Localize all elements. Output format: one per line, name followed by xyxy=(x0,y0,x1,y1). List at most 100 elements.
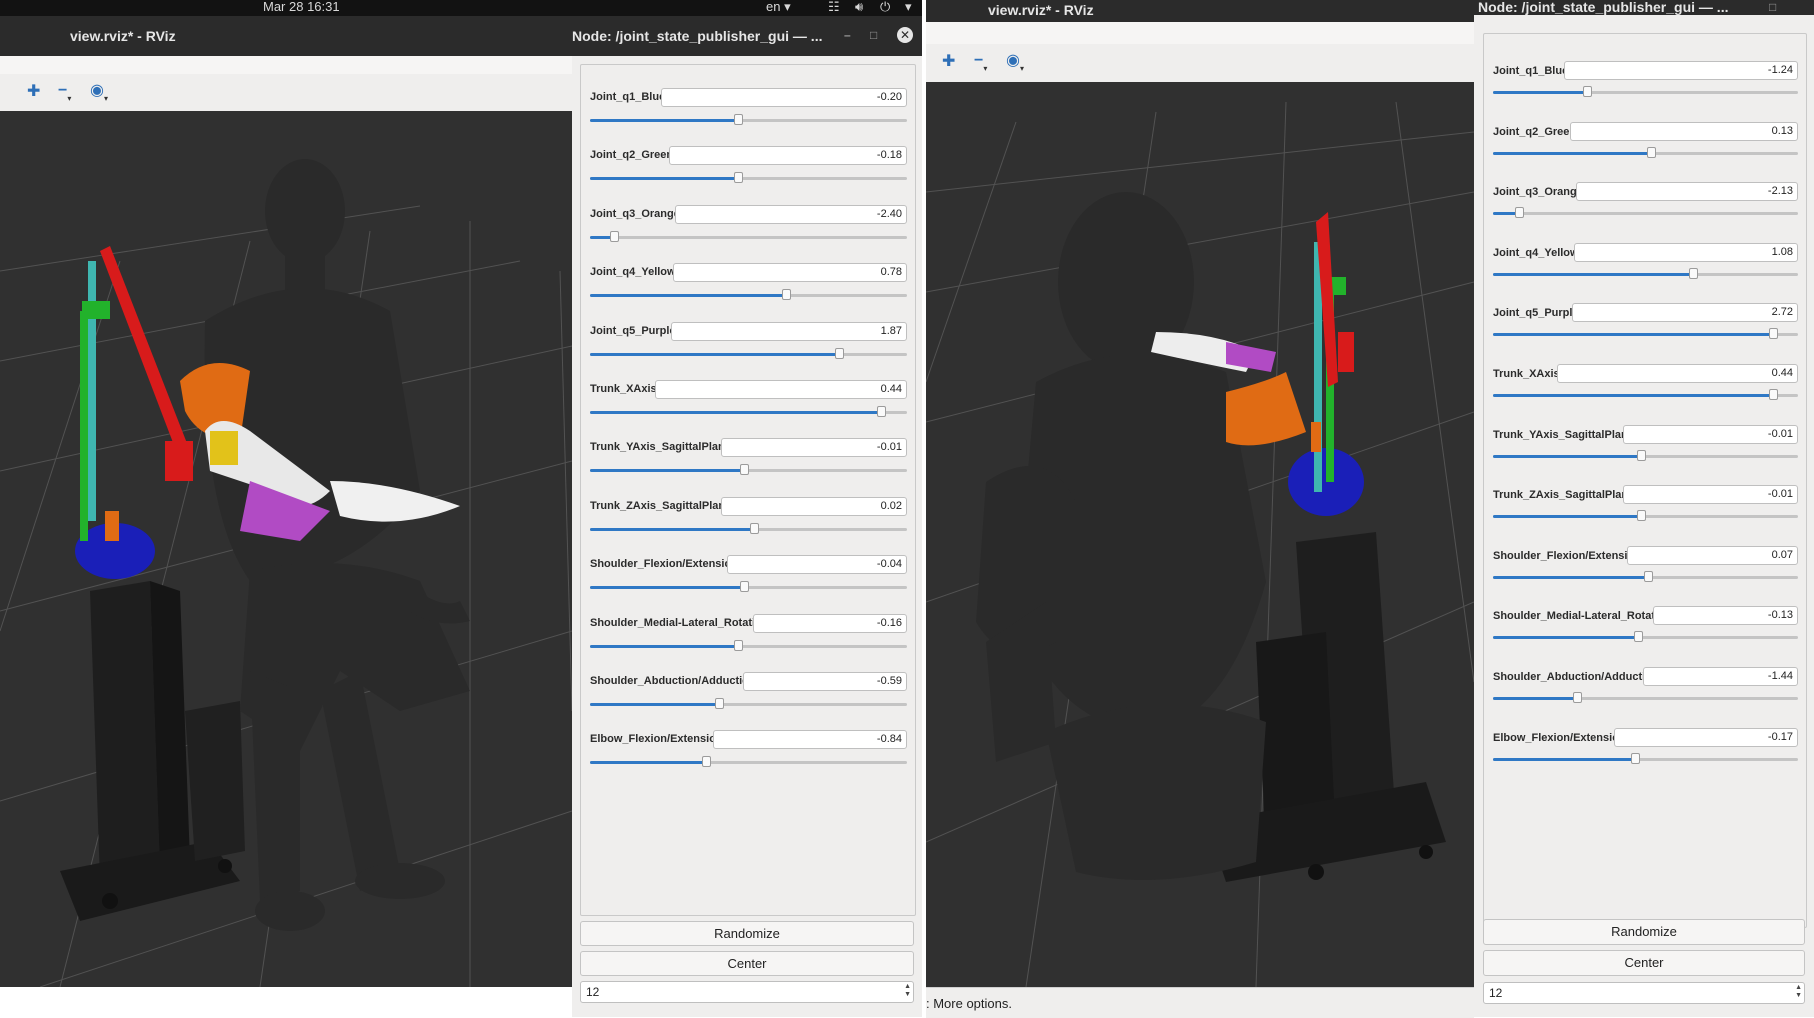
joint-value-field[interactable]: 1.08 xyxy=(1574,242,1798,262)
joint-value-field[interactable]: 2.72 xyxy=(1572,303,1798,323)
joint-slider[interactable] xyxy=(1493,267,1798,279)
slider-handle[interactable] xyxy=(733,172,743,184)
rows-spinbox[interactable]: 12 ▲ ▼ xyxy=(1483,982,1805,1004)
joint-slider[interactable] xyxy=(590,289,907,301)
slider-handle[interactable] xyxy=(1637,510,1647,522)
joint-value-field[interactable]: -0.18 xyxy=(669,146,907,166)
joint-slider[interactable] xyxy=(590,114,907,125)
slider-handle[interactable] xyxy=(1643,570,1653,582)
slider-handle[interactable] xyxy=(1515,207,1525,219)
slider-handle[interactable] xyxy=(749,522,759,534)
close-icon[interactable]: ✕ xyxy=(897,27,913,43)
language-indicator[interactable]: en ▾ xyxy=(766,0,791,14)
joint-value-field[interactable]: -0.01 xyxy=(1623,485,1798,505)
slider-handle[interactable] xyxy=(1646,146,1656,158)
volume-icon[interactable]: 🔊︎ xyxy=(855,0,863,14)
joint-slider[interactable] xyxy=(1493,631,1798,643)
joint-value-field[interactable]: -2.40 xyxy=(675,204,907,224)
joint-slider[interactable] xyxy=(590,172,907,184)
slider-handle[interactable] xyxy=(781,289,791,301)
joint-value-field[interactable]: 0.02 xyxy=(721,496,907,516)
maximize-icon[interactable]: □ xyxy=(1769,1,1776,13)
joint-slider[interactable] xyxy=(1493,570,1798,582)
slider-handle[interactable] xyxy=(1634,631,1644,643)
joint-value-field[interactable]: -0.04 xyxy=(727,555,907,575)
joint-value-field[interactable]: 0.13 xyxy=(1570,121,1798,141)
rows-spinbox[interactable]: 12 ▲ ▼ xyxy=(580,981,914,1003)
move-tool-icon[interactable]: ✚ xyxy=(27,84,40,100)
slider-handle[interactable] xyxy=(876,406,886,417)
joint-slider[interactable] xyxy=(1493,389,1798,400)
minus-tool-icon[interactable]: −▾ xyxy=(58,83,71,103)
right-jsp-titlebar[interactable]: Node: /joint_state_publisher_gui — ... □ xyxy=(1474,0,1814,15)
center-button[interactable]: Center xyxy=(580,951,914,976)
center-button[interactable]: Center xyxy=(1483,950,1805,976)
slider-handle[interactable] xyxy=(1582,86,1592,97)
randomize-button[interactable]: Randomize xyxy=(1483,919,1805,945)
joint-slider[interactable] xyxy=(590,581,907,593)
slider-handle[interactable] xyxy=(1637,449,1647,461)
joint-slider[interactable] xyxy=(590,347,907,359)
move-tool-icon[interactable]: ✚ xyxy=(942,54,955,70)
slider-handle[interactable] xyxy=(733,114,743,125)
spin-arrows-icon[interactable]: ▲ ▼ xyxy=(904,983,911,999)
joint-value-field[interactable]: 0.78 xyxy=(673,263,907,283)
slider-handle[interactable] xyxy=(714,698,724,709)
minimize-icon[interactable]: – xyxy=(844,29,851,41)
joint-slider[interactable] xyxy=(1493,692,1798,703)
joint-value-field[interactable]: -0.20 xyxy=(661,88,907,107)
minus-tool-icon[interactable]: −▾ xyxy=(974,53,987,73)
right-rviz-titlebar[interactable]: view.rviz* - RViz xyxy=(926,0,1474,22)
joint-slider[interactable] xyxy=(1493,86,1798,97)
joint-slider[interactable] xyxy=(590,464,907,476)
eye-tool-icon[interactable]: ◉▾ xyxy=(1006,53,1024,73)
left-3d-viewport[interactable] xyxy=(0,111,572,987)
joint-value-field[interactable]: -0.13 xyxy=(1653,606,1798,626)
joint-slider[interactable] xyxy=(1493,207,1798,219)
slider-handle[interactable] xyxy=(740,464,750,476)
joint-value-field[interactable]: -0.01 xyxy=(721,438,907,458)
joint-slider[interactable] xyxy=(590,698,907,709)
slider-handle[interactable] xyxy=(740,581,750,593)
joint-slider[interactable] xyxy=(590,756,907,768)
joint-value-field[interactable]: -1.24 xyxy=(1564,61,1798,80)
joint-slider[interactable] xyxy=(1493,146,1798,158)
joint-slider[interactable] xyxy=(590,406,907,417)
joint-slider[interactable] xyxy=(590,639,907,651)
right-3d-viewport[interactable] xyxy=(926,82,1474,987)
slider-handle[interactable] xyxy=(1573,692,1583,703)
left-rviz-titlebar[interactable]: view.rviz* - RViz xyxy=(0,16,572,56)
left-jsp-titlebar[interactable]: Node: /joint_state_publisher_gui — ... –… xyxy=(572,16,922,56)
slider-handle[interactable] xyxy=(702,756,712,768)
slider-handle[interactable] xyxy=(1631,752,1641,764)
joint-slider[interactable] xyxy=(1493,510,1798,522)
joint-value-field[interactable]: -0.17 xyxy=(1614,727,1798,747)
joint-value-field[interactable]: 0.44 xyxy=(655,380,907,399)
joint-value-field[interactable]: -0.01 xyxy=(1623,424,1798,444)
joint-value-field[interactable]: -0.16 xyxy=(753,613,907,633)
joint-value-field[interactable]: 0.07 xyxy=(1627,545,1798,565)
joint-slider[interactable] xyxy=(590,230,907,242)
slider-handle[interactable] xyxy=(610,230,620,242)
joint-slider[interactable] xyxy=(1493,328,1798,340)
joint-value-field[interactable]: 0.44 xyxy=(1557,364,1798,383)
randomize-button[interactable]: Randomize xyxy=(580,921,914,946)
slider-handle[interactable] xyxy=(835,347,845,359)
maximize-icon[interactable]: □ xyxy=(870,29,877,41)
joint-value-field[interactable]: -2.13 xyxy=(1576,182,1798,202)
joint-value-field[interactable]: -0.84 xyxy=(713,730,907,750)
joint-value-field[interactable]: -1.44 xyxy=(1643,667,1798,686)
slider-handle[interactable] xyxy=(1768,389,1778,400)
slider-handle[interactable] xyxy=(1768,328,1778,340)
chevron-down-icon[interactable]: ▾ xyxy=(905,0,912,14)
network-icon[interactable]: ☷ xyxy=(828,0,840,14)
slider-handle[interactable] xyxy=(1689,267,1699,279)
joint-value-field[interactable]: -0.59 xyxy=(743,672,907,691)
joint-value-field[interactable]: 1.87 xyxy=(671,321,907,341)
power-icon[interactable]: ⏻ xyxy=(880,0,890,14)
spin-arrows-icon[interactable]: ▲ ▼ xyxy=(1795,984,1802,1000)
eye-tool-icon[interactable]: ◉▾ xyxy=(90,83,108,103)
joint-slider[interactable] xyxy=(1493,449,1798,461)
joint-slider[interactable] xyxy=(1493,752,1798,764)
slider-handle[interactable] xyxy=(733,639,743,651)
